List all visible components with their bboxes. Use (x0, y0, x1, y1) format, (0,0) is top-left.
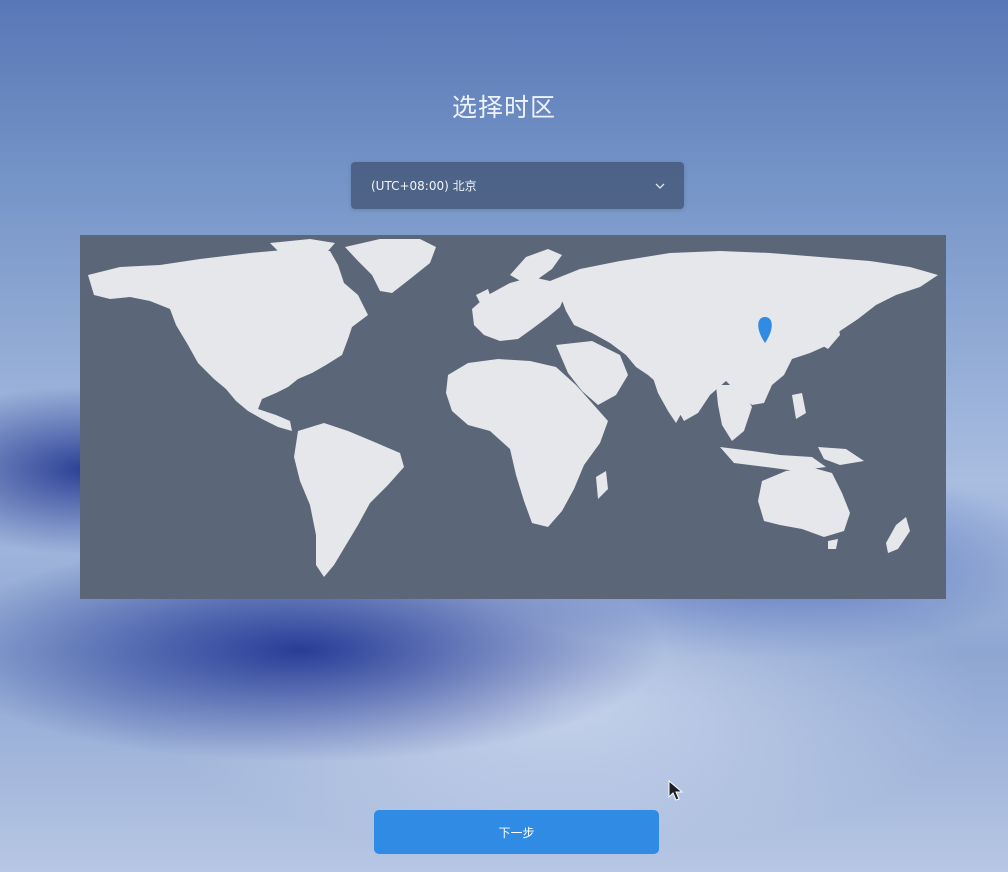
chevron-down-icon (654, 180, 666, 192)
page-title: 选择时区 (451, 93, 556, 122)
timezone-select-value: (UTC+08:00) 北京 (371, 179, 477, 193)
next-button[interactable]: 下一步 (374, 810, 659, 854)
world-map[interactable] (80, 235, 946, 599)
world-map-graphic (80, 235, 946, 599)
timezone-select[interactable]: (UTC+08:00) 北京 (351, 162, 684, 209)
mouse-cursor-icon (668, 780, 684, 801)
